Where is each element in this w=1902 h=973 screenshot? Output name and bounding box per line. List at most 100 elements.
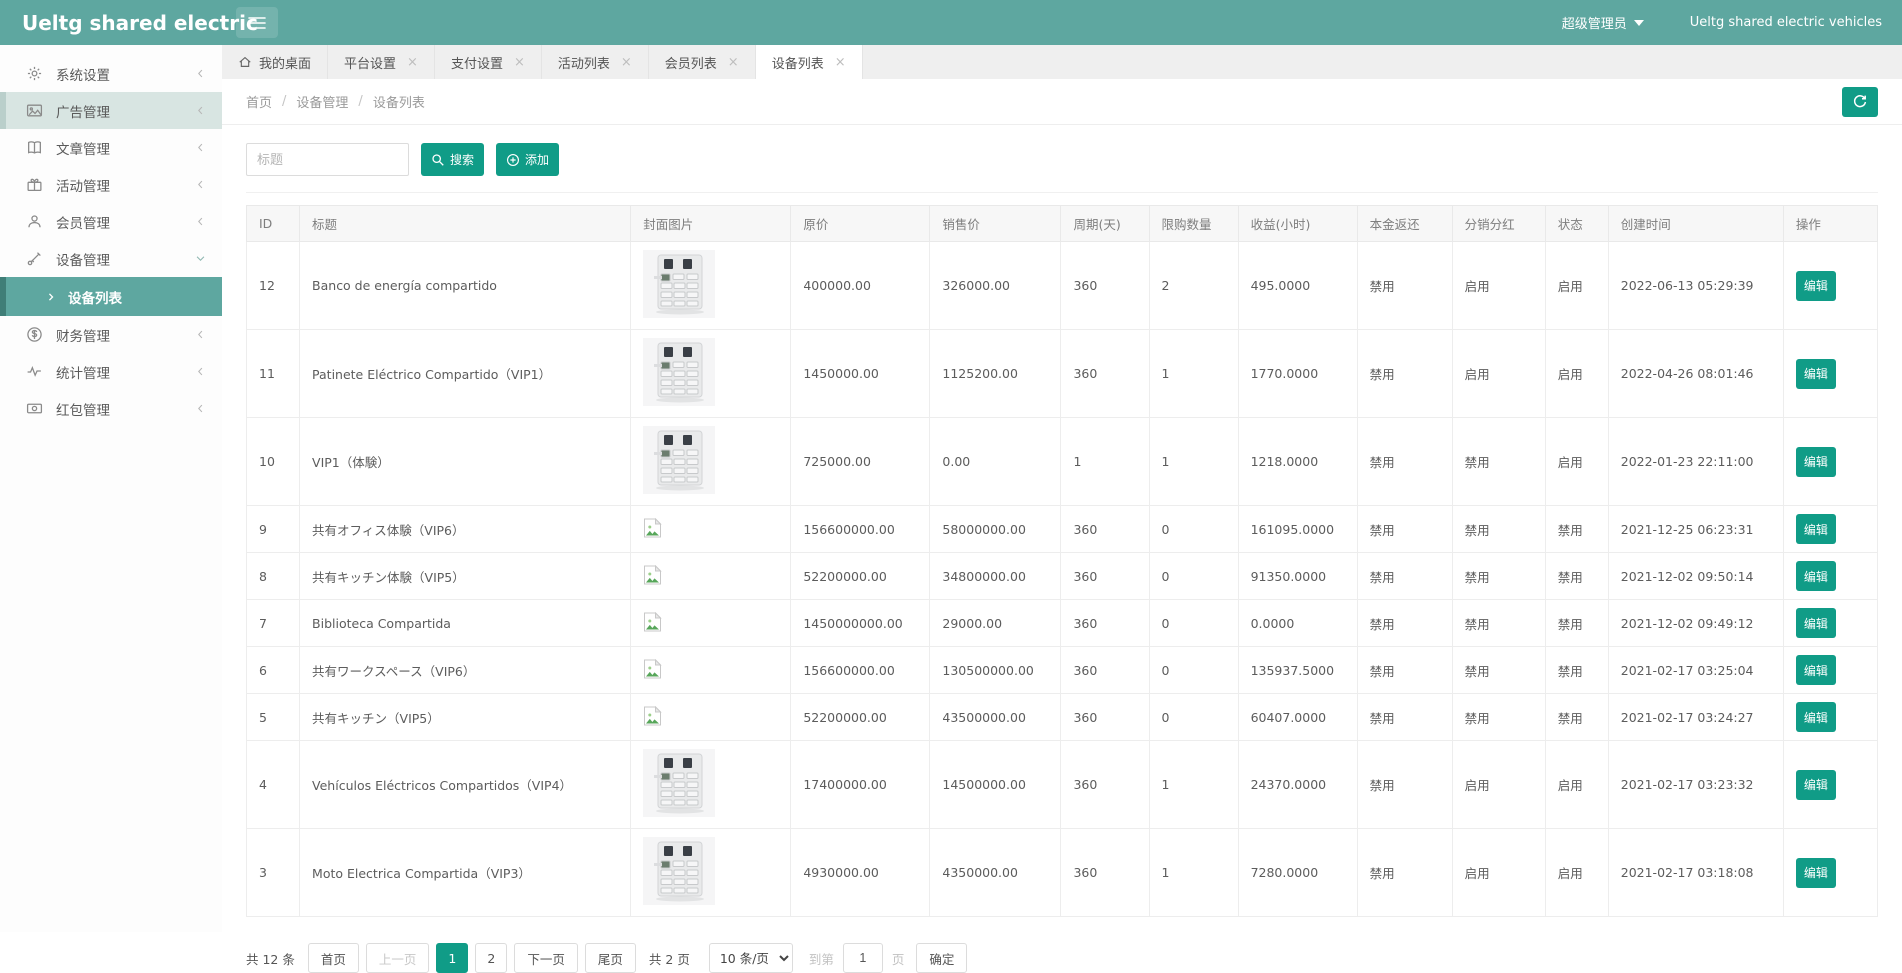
cell-principal-return: 禁用 [1357, 600, 1452, 647]
cell-status: 启用 [1545, 741, 1608, 829]
sidebar-item-ad-management[interactable]: 广告管理 [0, 92, 222, 129]
cell-created-time: 2021-12-02 09:50:14 [1608, 553, 1783, 600]
last-page-button[interactable]: 尾页 [585, 943, 636, 973]
chevron-left-icon [195, 179, 206, 190]
table-row: 10 VIP1（体験） 725000.00 0.00 1 1 1218.0000… [247, 418, 1878, 506]
cell-sale-price: 1125200.00 [930, 330, 1061, 418]
search-input[interactable] [246, 143, 409, 176]
image-icon [26, 102, 43, 119]
refresh-button[interactable] [1842, 87, 1878, 117]
refresh-icon [1852, 94, 1868, 110]
cell-sale-price: 34800000.00 [930, 553, 1061, 600]
close-icon[interactable]: × [407, 55, 418, 70]
page-1-button[interactable]: 1 [436, 943, 468, 973]
cell-cover-image [631, 553, 791, 600]
cell-cycle-days: 360 [1061, 694, 1149, 741]
tab-payment-settings[interactable]: 支付设置 × [435, 45, 542, 79]
broken-image-icon [643, 612, 662, 632]
main-area: 我的桌面 平台设置 × 支付设置 × 活动列表 × 会员列表 × 设备列表 × … [222, 45, 1902, 932]
sidebar-subitem-device-list[interactable]: 设备列表 [0, 277, 222, 316]
add-button-label: 添加 [525, 151, 549, 168]
chevron-left-icon [195, 68, 206, 79]
confirm-button[interactable]: 确定 [916, 943, 967, 973]
page-count-text: 共 2 页 [649, 949, 690, 968]
cell-actions: 编辑 [1783, 553, 1877, 600]
cell-status: 启用 [1545, 418, 1608, 506]
first-page-button[interactable]: 首页 [308, 943, 359, 973]
tab-my-desktop[interactable]: 我的桌面 [222, 45, 328, 79]
goto-page-input[interactable] [843, 943, 883, 973]
page-size-select[interactable]: 10 条/页 [709, 943, 793, 973]
tab-member-list[interactable]: 会员列表 × [649, 45, 756, 79]
sidebar-item-device-management[interactable]: 设备管理 [0, 240, 222, 277]
cell-status: 启用 [1545, 330, 1608, 418]
admin-role-dropdown[interactable]: 超级管理员 [1562, 13, 1644, 32]
cell-id: 12 [247, 242, 300, 330]
table-row: 12 Banco de energía compartido 400000.00… [247, 242, 1878, 330]
edit-button[interactable]: 编辑 [1796, 702, 1836, 732]
next-page-button[interactable]: 下一页 [514, 943, 578, 973]
sidebar-item-article-management[interactable]: 文章管理 [0, 129, 222, 166]
cell-created-time: 2022-04-26 08:01:46 [1608, 330, 1783, 418]
edit-button[interactable]: 编辑 [1796, 655, 1836, 685]
cell-actions: 编辑 [1783, 694, 1877, 741]
edit-button[interactable]: 编辑 [1796, 514, 1836, 544]
cell-actions: 编辑 [1783, 829, 1877, 917]
add-button[interactable]: 添加 [496, 143, 559, 176]
tab-device-list[interactable]: 设备列表 × [756, 45, 863, 79]
cell-principal-return: 禁用 [1357, 506, 1452, 553]
brand-title: Ueltg shared electric [0, 11, 222, 35]
cell-income-hour: 135937.5000 [1238, 647, 1357, 694]
cell-sale-price: 14500000.00 [930, 741, 1061, 829]
breadcrumb-device-management[interactable]: 设备管理 [296, 92, 348, 111]
cell-distribution-dividend: 启用 [1452, 829, 1545, 917]
pagination: 共 12 条 首页 上一页 1 2 下一页 尾页 共 2 页 10 条/页 到第… [246, 943, 1878, 973]
edit-button[interactable]: 编辑 [1796, 561, 1836, 591]
cell-distribution-dividend: 禁用 [1452, 418, 1545, 506]
sidebar-item-statistics-management[interactable]: 统计管理 [0, 353, 222, 390]
cell-created-time: 2021-02-17 03:25:04 [1608, 647, 1783, 694]
close-icon[interactable]: × [835, 55, 846, 70]
edit-button[interactable]: 编辑 [1796, 271, 1836, 301]
page-2-button[interactable]: 2 [475, 943, 507, 973]
search-button[interactable]: 搜索 [421, 143, 484, 176]
tab-activity-list[interactable]: 活动列表 × [542, 45, 649, 79]
close-icon[interactable]: × [514, 55, 525, 70]
close-icon[interactable]: × [621, 55, 632, 70]
edit-button[interactable]: 编辑 [1796, 858, 1836, 888]
sidebar-item-system-settings[interactable]: 系统设置 [0, 55, 222, 92]
sidebar-item-label: 活动管理 [56, 175, 110, 195]
cell-created-time: 2022-01-23 22:11:00 [1608, 418, 1783, 506]
sidebar-item-redpacket-management[interactable]: 红包管理 [0, 390, 222, 427]
sidebar-item-label: 红包管理 [56, 399, 110, 419]
sidebar-item-label: 文章管理 [56, 138, 110, 158]
edit-button[interactable]: 编辑 [1796, 770, 1836, 800]
edit-button[interactable]: 编辑 [1796, 447, 1836, 477]
pulse-icon [26, 363, 43, 380]
breadcrumb-home[interactable]: 首页 [246, 92, 272, 111]
cell-cover-image [631, 600, 791, 647]
cell-title: Vehículos Eléctricos Compartidos（VIP4） [300, 741, 631, 829]
device-table: ID 标题 封面图片 原价 销售价 周期(天) 限购数量 收益(小时) 本金返还… [246, 205, 1878, 917]
sidebar-item-activity-management[interactable]: 活动管理 [0, 166, 222, 203]
cell-title: VIP1（体験） [300, 418, 631, 506]
cell-actions: 编辑 [1783, 647, 1877, 694]
edit-button[interactable]: 编辑 [1796, 608, 1836, 638]
tab-platform-settings[interactable]: 平台设置 × [328, 45, 435, 79]
close-icon[interactable]: × [728, 55, 739, 70]
cell-principal-return: 禁用 [1357, 741, 1452, 829]
sidebar-item-member-management[interactable]: 会员管理 [0, 203, 222, 240]
banknote-icon [26, 400, 43, 417]
cell-cover-image [631, 506, 791, 553]
sidebar-toggle-button[interactable] [236, 7, 278, 38]
cell-cycle-days: 1 [1061, 418, 1149, 506]
app-header: Ueltg shared electric 超级管理员 Ueltg shared… [0, 0, 1902, 45]
chevron-left-icon [195, 105, 206, 116]
edit-button[interactable]: 编辑 [1796, 359, 1836, 389]
cell-title: Banco de energía compartido [300, 242, 631, 330]
cell-cover-image [631, 829, 791, 917]
sidebar-item-finance-management[interactable]: 财务管理 [0, 316, 222, 353]
cell-original-price: 156600000.00 [791, 647, 930, 694]
cell-purchase-limit: 1 [1149, 330, 1238, 418]
tab-label: 会员列表 [665, 53, 717, 72]
